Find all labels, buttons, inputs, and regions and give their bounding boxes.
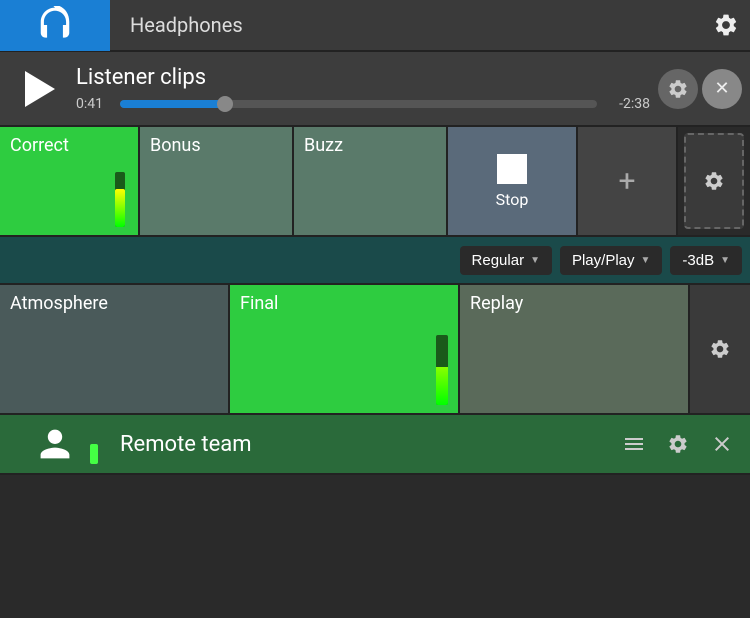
remote-actions xyxy=(614,424,750,464)
remote-team-label: Remote team xyxy=(110,432,614,457)
add-sound-button[interactable]: + xyxy=(578,127,678,235)
volume-bar xyxy=(115,172,125,227)
progress-fill xyxy=(120,100,225,108)
sound-settings-button[interactable] xyxy=(684,133,744,229)
final-volume-fill xyxy=(436,367,448,406)
buzz-sound-button[interactable]: Buzz xyxy=(294,127,448,235)
remote-close-button[interactable] xyxy=(702,424,742,464)
volume-dropdown[interactable]: -3dB ▼ xyxy=(670,246,742,275)
remote-team-row: Remote team xyxy=(0,415,750,475)
headphones-icon xyxy=(36,6,74,44)
progress-row: 0:41 -2:38 xyxy=(76,96,650,112)
remote-settings-button[interactable] xyxy=(658,424,698,464)
bonus-label: Bonus xyxy=(150,135,201,156)
replay-button[interactable]: Replay xyxy=(460,285,690,413)
add-icon: + xyxy=(618,164,635,199)
dropdown-arrow-icon: ▼ xyxy=(720,255,730,266)
media-settings-button[interactable] xyxy=(690,285,750,413)
time-remaining: -2:38 xyxy=(605,96,650,112)
remote-icon-box xyxy=(0,414,110,474)
bonus-sound-button[interactable]: Bonus xyxy=(140,127,294,235)
play-mode-label: Play/Play xyxy=(572,252,635,269)
gear-icon xyxy=(703,170,725,192)
dropdown-arrow-icon: ▼ xyxy=(641,255,651,266)
mode-dropdown[interactable]: Regular ▼ xyxy=(460,246,552,275)
play-icon xyxy=(25,71,55,107)
stop-icon xyxy=(497,154,527,184)
correct-sound-button[interactable]: Correct xyxy=(0,127,140,235)
list-icon xyxy=(622,432,646,456)
final-label: Final xyxy=(240,293,278,314)
person-icon xyxy=(37,426,73,462)
final-button[interactable]: Final xyxy=(230,285,460,413)
remote-volume-indicator xyxy=(90,444,98,464)
headphones-icon-box[interactable] xyxy=(0,0,110,51)
stop-label: Stop xyxy=(496,190,529,209)
volume-label: -3dB xyxy=(682,252,714,269)
buzz-label: Buzz xyxy=(304,135,343,156)
listener-settings-button[interactable] xyxy=(658,69,698,109)
progress-thumb xyxy=(217,96,233,112)
close-icon xyxy=(710,432,734,456)
stop-button[interactable]: Stop xyxy=(448,127,578,235)
volume-fill xyxy=(115,189,125,228)
correct-label: Correct xyxy=(10,135,69,156)
replay-label: Replay xyxy=(470,293,523,314)
listener-row: Listener clips 0:41 -2:38 ✕ xyxy=(0,52,750,127)
atmosphere-label: Atmosphere xyxy=(10,293,108,314)
headphones-gear-button[interactable] xyxy=(702,1,750,49)
listener-clips-title: Listener clips xyxy=(76,65,650,90)
media-row: Atmosphere Final Replay xyxy=(0,285,750,415)
remote-list-button[interactable] xyxy=(614,424,654,464)
time-elapsed: 0:41 xyxy=(76,96,112,112)
listener-info: Listener clips 0:41 -2:38 xyxy=(68,65,658,112)
listener-actions: ✕ xyxy=(658,69,742,109)
mode-label: Regular xyxy=(472,252,525,269)
gear-icon xyxy=(713,12,739,38)
gear-icon xyxy=(667,433,689,455)
listener-close-button[interactable]: ✕ xyxy=(702,69,742,109)
sound-buttons-row: Correct Bonus Buzz Stop + xyxy=(0,127,750,237)
progress-bar[interactable] xyxy=(120,100,597,108)
final-volume-indicator xyxy=(436,335,448,405)
gear-icon xyxy=(709,338,731,360)
headphones-label: Headphones xyxy=(110,13,702,37)
atmosphere-button[interactable]: Atmosphere xyxy=(0,285,230,413)
correct-volume-indicator xyxy=(112,167,128,227)
controls-row: Regular ▼ Play/Play ▼ -3dB ▼ xyxy=(0,237,750,285)
play-mode-dropdown[interactable]: Play/Play ▼ xyxy=(560,246,662,275)
play-button[interactable] xyxy=(8,59,68,119)
gear-icon xyxy=(667,78,689,100)
headphones-row: Headphones xyxy=(0,0,750,52)
dropdown-arrow-icon: ▼ xyxy=(530,255,540,266)
